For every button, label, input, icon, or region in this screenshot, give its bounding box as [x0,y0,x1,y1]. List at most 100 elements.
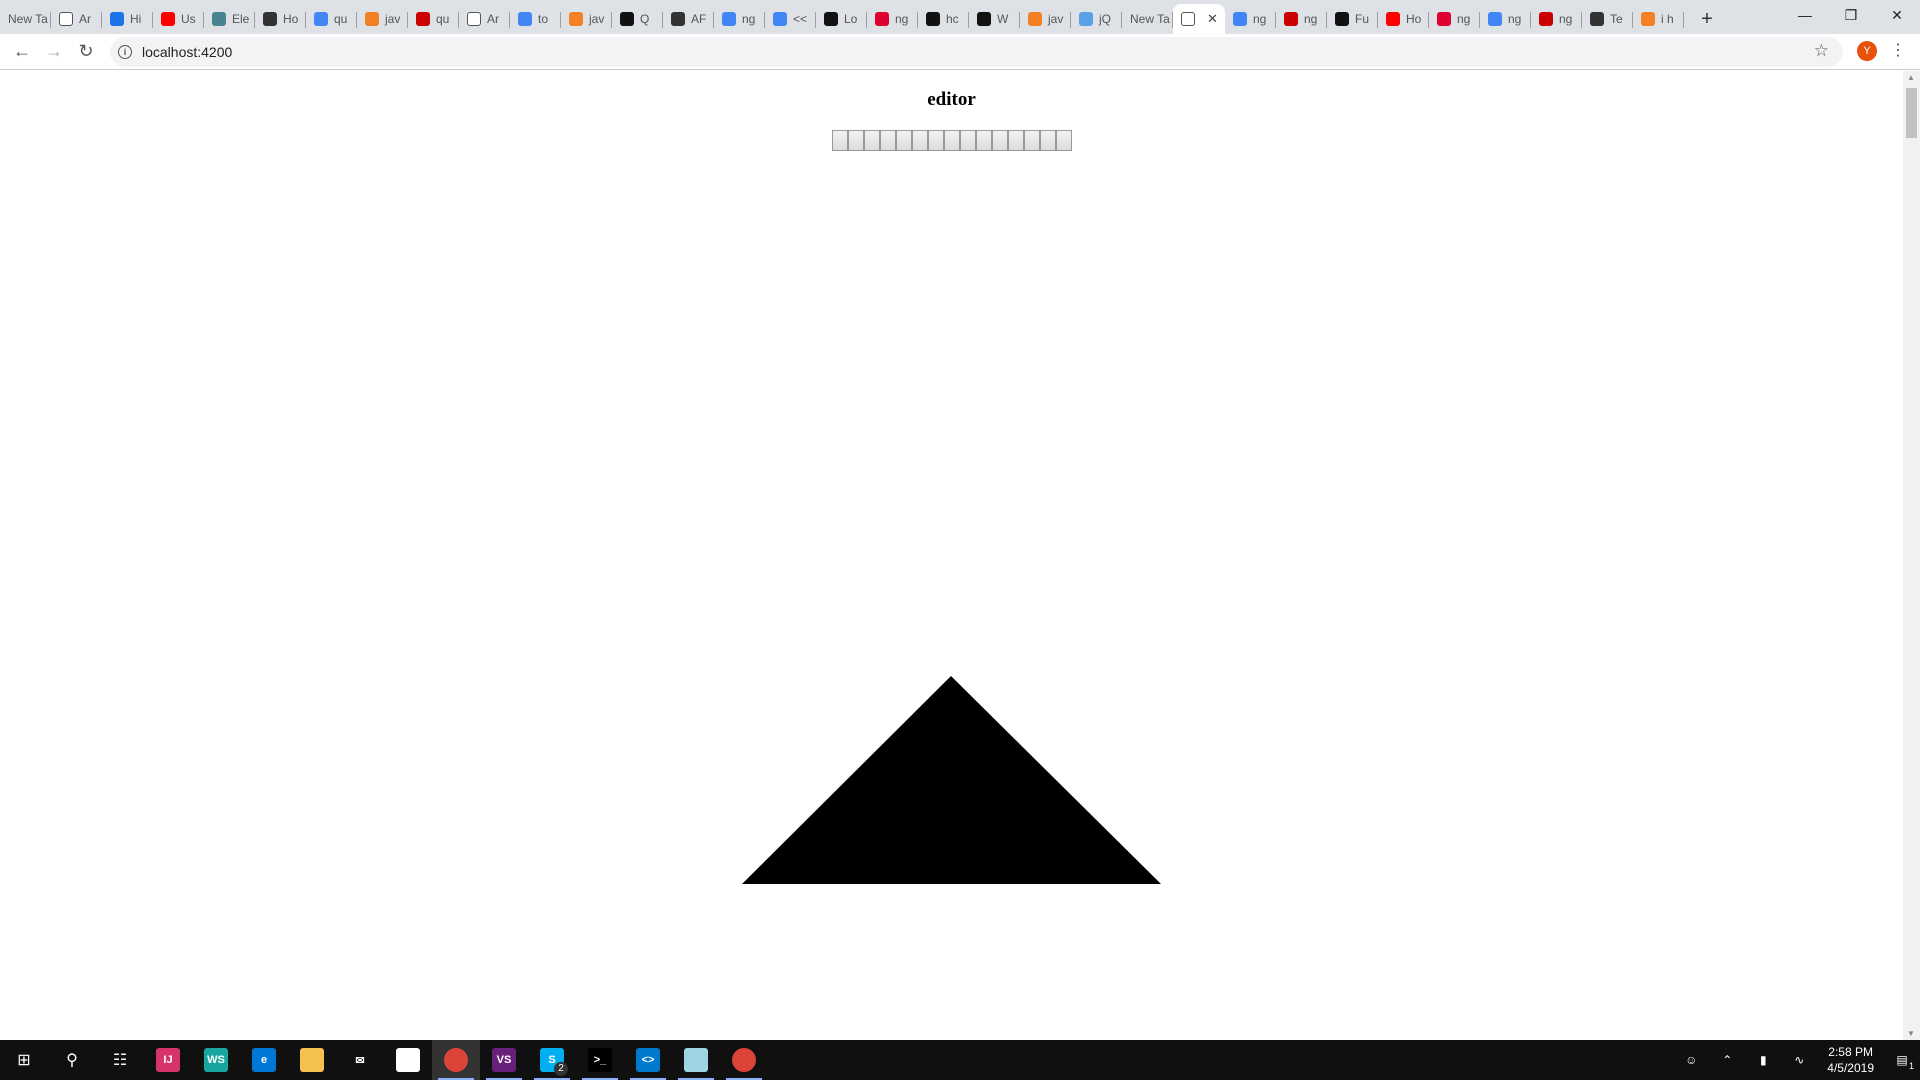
youtube-icon [1386,12,1400,26]
tab[interactable]: Us [153,4,204,34]
scroll-thumb[interactable] [1906,88,1917,138]
scroll-up-icon[interactable]: ▲ [1907,73,1915,82]
tab-label: Ele [232,12,250,26]
taskbar-app-vscode[interactable]: <> [624,1040,672,1080]
tab[interactable]: jav [357,4,408,34]
taskbar-app-notepad[interactable] [672,1040,720,1080]
reload-button[interactable]: ↻ [70,36,102,68]
tab-label: Hi [130,12,142,26]
task-view-icon[interactable]: ☷ [96,1040,144,1080]
tab-label: W [997,12,1009,26]
tab-label: i h [1661,12,1674,26]
taskbar-app-file-explorer[interactable] [288,1040,336,1080]
tab-label: ng [742,12,756,26]
tab[interactable]: jav [561,4,612,34]
tab[interactable]: qu [306,4,357,34]
tab-label: Ar [487,12,499,26]
page-icon [1181,12,1195,26]
address-bar[interactable]: i localhost:4200 ☆ [110,37,1843,67]
npm-icon [1539,12,1553,26]
kebab-menu-icon[interactable]: ⋮ [1890,40,1906,60]
search-icon[interactable]: ⚲ [48,1040,96,1080]
tab[interactable]: ng [1276,4,1327,34]
tab[interactable]: Q [612,4,663,34]
github-icon [926,12,940,26]
taskbar-app-mail[interactable]: ✉ [336,1040,384,1080]
triangle-shape [742,676,1161,884]
tab[interactable]: ng [867,4,918,34]
tab[interactable]: jQ [1071,4,1122,34]
taskbar-app-visual-studio[interactable]: VS [480,1040,528,1080]
taskbar-app-chrome[interactable] [432,1040,480,1080]
battery-icon[interactable]: ▮ [1745,1053,1781,1067]
info-icon[interactable]: i [118,45,132,59]
badge: 2 [554,1062,568,1076]
taskbar-app-store[interactable] [384,1040,432,1080]
tab[interactable]: Ar [459,4,510,34]
tab[interactable]: ng [1531,4,1582,34]
tab[interactable]: W [969,4,1020,34]
taskbar-app-chrome-2[interactable] [720,1040,768,1080]
vscode-icon: <> [636,1048,660,1072]
system-tray: ☺ ⌃ ▮ ∿ 2:58 PM 4/5/2019 ▤ 1 [1673,1040,1920,1080]
tab[interactable]: Ho [1378,4,1429,34]
canvas [742,676,1161,884]
browser-toolbar: ← → ↻ i localhost:4200 ☆ Y ⋮ [0,34,1920,70]
taskbar-app-cmd[interactable]: >_ [576,1040,624,1080]
start-button[interactable]: ⊞ [0,1040,48,1080]
tab-label: hc [946,12,959,26]
page-content: editor [0,71,1903,1040]
people-icon[interactable]: ☺ [1673,1053,1709,1067]
tab[interactable]: jav [1020,4,1071,34]
tab[interactable]: Ele [204,4,255,34]
tab[interactable]: Te [1582,4,1633,34]
tab[interactable]: Lo [816,4,867,34]
taskbar-app-edge[interactable]: e [240,1040,288,1080]
tab[interactable]: Fu [1327,4,1378,34]
notification-icon[interactable]: ▤ 1 [1884,1053,1920,1071]
tab[interactable]: New Ta [0,4,51,34]
bookmark-star-icon[interactable]: ☆ [1814,41,1829,61]
stackoverflow-icon [1028,12,1042,26]
restore-button[interactable]: ❐ [1828,0,1874,30]
close-window-button[interactable]: ✕ [1874,0,1920,30]
tab[interactable]: New Ta [1122,4,1173,34]
avatar[interactable]: Y [1857,41,1877,61]
tab[interactable]: hc [918,4,969,34]
npm-icon [416,12,430,26]
tab[interactable]: AF [663,4,714,34]
tab[interactable]: Ar [51,4,102,34]
tab[interactable]: Ho [255,4,306,34]
clock[interactable]: 2:58 PM 4/5/2019 [1817,1044,1884,1076]
new-tab-button[interactable]: + [1692,4,1722,34]
tab[interactable]: << [765,4,816,34]
taskbar-app-webstorm[interactable]: WS [192,1040,240,1080]
tab[interactable]: Hi [102,4,153,34]
back-button[interactable]: ← [6,36,38,68]
github-icon [824,12,838,26]
tab[interactable]: ✕ [1173,4,1225,34]
tab[interactable]: qu [408,4,459,34]
scroll-down-icon[interactable]: ▼ [1907,1029,1915,1038]
forward-button[interactable]: → [38,36,70,68]
tab[interactable]: i h [1633,4,1684,34]
url-text[interactable]: localhost:4200 [142,44,232,60]
tab-label: ng [1508,12,1522,26]
close-tab-icon[interactable]: ✕ [1207,11,1218,27]
tab[interactable]: ng [1480,4,1531,34]
wifi-icon[interactable]: ∿ [1781,1053,1817,1067]
tab[interactable]: ng [714,4,765,34]
notification-count: 1 [1908,1061,1914,1071]
chevron-up-icon[interactable]: ⌃ [1709,1053,1745,1067]
minimize-button[interactable]: — [1782,0,1828,30]
tab-label: jav [1048,12,1064,26]
tab[interactable]: ng [1429,4,1480,34]
tab[interactable]: to [510,4,561,34]
tab[interactable]: ng [1225,4,1276,34]
cmd-icon: >_ [588,1048,612,1072]
scrollbar[interactable]: ▲ ▼ [1903,71,1920,1040]
taskbar-app-intellij[interactable]: IJ [144,1040,192,1080]
webstorm-icon: WS [204,1048,228,1072]
taskbar-app-skype[interactable]: S2 [528,1040,576,1080]
tab-label: ng [1253,12,1267,26]
